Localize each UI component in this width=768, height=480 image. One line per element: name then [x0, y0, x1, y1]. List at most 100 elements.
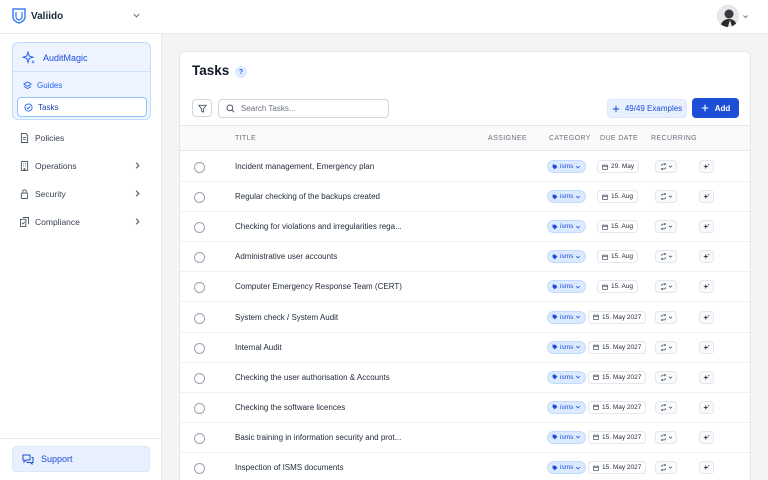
ai-assist-button[interactable] — [699, 280, 714, 294]
due-date-chip[interactable]: 29. May — [597, 160, 640, 173]
table-row[interactable]: System check / System Audit isms 15. May… — [180, 303, 750, 333]
ai-assist-button[interactable] — [699, 310, 714, 324]
sidebar-item-policies[interactable]: Policies — [20, 130, 142, 146]
column-header-assignee[interactable]: ASSIGNEE — [488, 135, 527, 142]
support-button[interactable]: Support — [12, 446, 150, 472]
recurring-toggle[interactable] — [655, 340, 677, 354]
task-checkbox[interactable] — [194, 342, 205, 354]
due-date-chip[interactable]: 15. May 2027 — [588, 461, 647, 474]
ai-assist-button[interactable] — [699, 190, 714, 204]
chevron-down-icon[interactable] — [742, 13, 749, 20]
task-title[interactable]: Checking the software licences — [235, 403, 345, 412]
recurring-toggle[interactable] — [655, 400, 677, 414]
add-button[interactable]: Add — [692, 98, 739, 118]
sidebar-item-compliance[interactable]: Compliance — [20, 214, 142, 230]
recurring-toggle[interactable] — [655, 280, 677, 294]
category-tag[interactable]: isms — [547, 340, 587, 354]
recurring-toggle[interactable] — [655, 220, 677, 234]
examples-button[interactable]: 49/49 Examples — [607, 99, 687, 118]
ai-assist-button[interactable] — [699, 370, 714, 384]
app-logo[interactable]: Valiido — [12, 8, 63, 24]
ai-assist-button[interactable] — [699, 220, 714, 234]
chevron-down-icon[interactable] — [132, 11, 141, 20]
task-checkbox[interactable] — [194, 312, 205, 324]
search-field[interactable] — [218, 99, 389, 118]
category-tag[interactable]: isms — [547, 461, 587, 474]
due-date-chip[interactable]: 15. May 2027 — [588, 310, 647, 324]
search-input[interactable] — [241, 104, 381, 113]
task-checkbox[interactable] — [194, 162, 205, 173]
task-title[interactable]: System check / System Audit — [235, 313, 338, 322]
task-title[interactable]: Regular checking of the backups created — [235, 192, 380, 201]
recurring-toggle[interactable] — [655, 160, 677, 173]
table-row[interactable]: Inspection of ISMS documents isms 15. Ma… — [180, 453, 750, 480]
sidebar-item-security[interactable]: Security — [20, 186, 142, 202]
sidebar-item-operations[interactable]: Operations — [20, 158, 142, 174]
table-row[interactable]: Administrative user accounts isms 15. Au… — [180, 242, 750, 273]
task-title[interactable]: Internal Audit — [235, 343, 282, 352]
table-row[interactable]: Basic training in information security a… — [180, 423, 750, 453]
task-title[interactable]: Inspection of ISMS documents — [235, 463, 344, 472]
sidebar-item-tasks[interactable]: Tasks — [17, 97, 147, 117]
task-title[interactable]: Checking for violations and irregulariti… — [235, 222, 402, 231]
due-date-chip[interactable]: 15. May 2027 — [588, 340, 647, 354]
help-icon[interactable]: ? — [235, 66, 247, 78]
category-tag[interactable]: isms — [547, 370, 587, 384]
task-checkbox[interactable] — [194, 282, 205, 294]
category-tag[interactable]: isms — [547, 400, 587, 414]
task-title[interactable]: Checking the user authorisation & Accoun… — [235, 373, 390, 382]
task-checkbox[interactable] — [194, 463, 205, 474]
recurring-toggle[interactable] — [655, 370, 677, 384]
ai-assist-button[interactable] — [699, 400, 714, 414]
table-row[interactable]: Incident management, Emergency plan isms… — [180, 152, 750, 182]
ai-assist-button[interactable] — [699, 250, 714, 264]
table-row[interactable]: Regular checking of the backups created … — [180, 182, 750, 213]
user-menu[interactable] — [717, 5, 749, 27]
task-title[interactable]: Computer Emergency Response Team (CERT) — [235, 282, 402, 291]
avatar[interactable] — [717, 5, 739, 27]
recurring-toggle[interactable] — [655, 461, 677, 474]
due-date-chip[interactable]: 15. Aug — [597, 220, 639, 234]
category-tag[interactable]: isms — [547, 280, 587, 294]
due-date-chip[interactable]: 15. May 2027 — [588, 370, 647, 384]
task-title[interactable]: Administrative user accounts — [235, 252, 337, 261]
task-checkbox[interactable] — [194, 252, 205, 264]
task-checkbox[interactable] — [194, 192, 205, 204]
task-checkbox[interactable] — [194, 432, 205, 444]
due-date-chip[interactable]: 15. Aug — [597, 280, 639, 294]
table-row[interactable]: Computer Emergency Response Team (CERT) … — [180, 272, 750, 303]
due-date-chip[interactable]: 15. May 2027 — [588, 430, 647, 444]
category-tag[interactable]: isms — [547, 160, 587, 173]
recurring-toggle[interactable] — [655, 310, 677, 324]
due-date-chip[interactable]: 15. Aug — [597, 250, 639, 264]
table-row[interactable]: Internal Audit isms 15. May 2027 — [180, 333, 750, 363]
category-tag[interactable]: isms — [547, 430, 587, 444]
category-tag[interactable]: isms — [547, 310, 587, 324]
category-tag[interactable]: isms — [547, 190, 587, 204]
category-tag[interactable]: isms — [547, 250, 587, 264]
task-title[interactable]: Basic training in information security a… — [235, 433, 401, 442]
table-row[interactable]: Checking for violations and irregulariti… — [180, 212, 750, 243]
due-date-chip[interactable]: 15. Aug — [597, 190, 639, 204]
ai-assist-button[interactable] — [699, 340, 714, 354]
category-tag[interactable]: isms — [547, 220, 587, 234]
ai-assist-button[interactable] — [699, 160, 714, 173]
task-title[interactable]: Incident management, Emergency plan — [235, 162, 374, 171]
task-checkbox[interactable] — [194, 372, 205, 384]
table-row[interactable]: Checking the user authorisation & Accoun… — [180, 363, 750, 393]
filter-button[interactable] — [192, 99, 212, 117]
ai-assist-button[interactable] — [699, 461, 714, 474]
due-date-chip[interactable]: 15. May 2027 — [588, 400, 647, 414]
column-header-title[interactable]: TITLE — [235, 135, 256, 142]
column-header-category[interactable]: CATEGORY — [549, 135, 591, 142]
ai-assist-button[interactable] — [699, 430, 714, 444]
table-row[interactable]: Checking the software licences isms 15. … — [180, 393, 750, 423]
recurring-toggle[interactable] — [655, 190, 677, 204]
recurring-toggle[interactable] — [655, 430, 677, 444]
sidebar-item-guides[interactable]: Guides — [23, 81, 62, 90]
column-header-due-date[interactable]: DUE DATE — [600, 135, 638, 142]
auditmagic-header[interactable]: AuditMagic — [22, 51, 88, 65]
task-checkbox[interactable] — [194, 402, 205, 414]
column-header-recurring[interactable]: RECURRING — [651, 135, 697, 142]
recurring-toggle[interactable] — [655, 250, 677, 264]
